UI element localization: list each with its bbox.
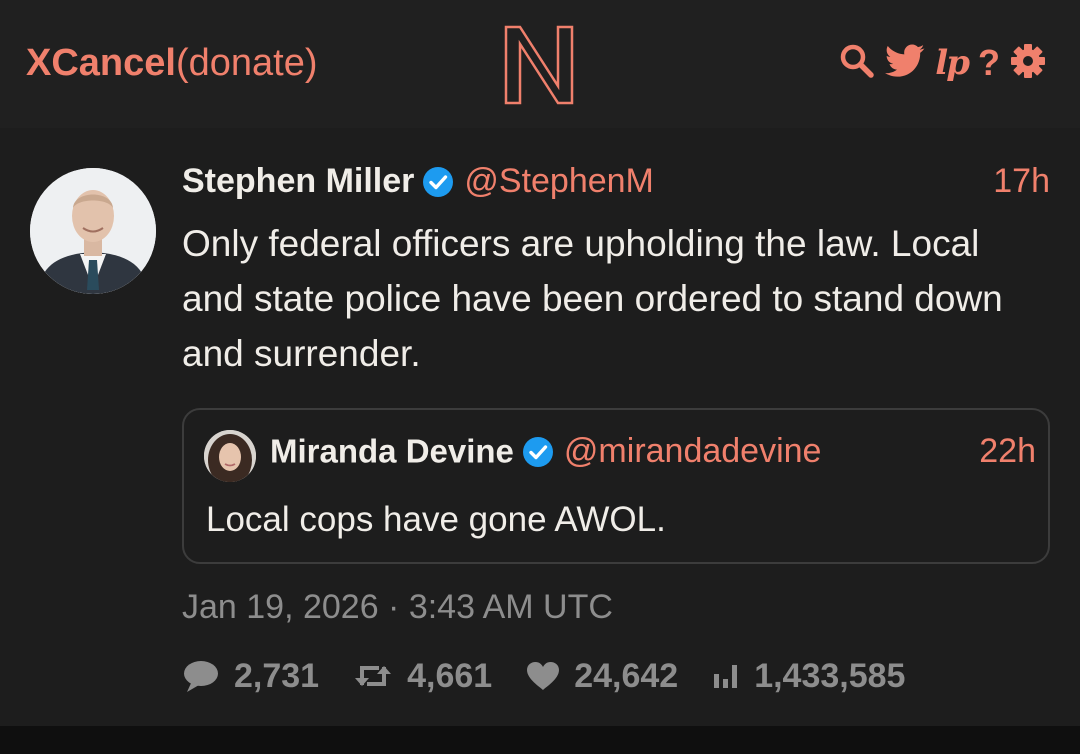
reply-count: 2,731 (234, 656, 320, 695)
brand: XCancel(donate) (26, 40, 318, 86)
tweet: Stephen Miller @StephenM 17h Only federal… (0, 128, 1080, 726)
search-icon[interactable] (839, 43, 875, 84)
retweet-count: 4,661 (407, 656, 493, 695)
quoted-author-name[interactable]: Miranda Devine (270, 433, 514, 470)
reply-stat[interactable]: 2,731 (182, 657, 319, 696)
quoted-tweet-text: Local cops have gone AWOL. (206, 500, 666, 539)
donate-link[interactable]: (donate) (176, 42, 318, 84)
quoted-tweet-time[interactable]: 22h (979, 432, 1036, 471)
nav-icons: lp ? (839, 42, 1046, 84)
tweet-header: Stephen Miller @StephenM 17h (182, 162, 1050, 206)
site-name-link[interactable]: XCancel (26, 42, 176, 84)
verified-badge-icon (522, 436, 553, 467)
quoted-tweet-header: Miranda Devine @mirandadevine 22h (270, 432, 1036, 476)
comment-icon (184, 661, 218, 692)
lp-icon[interactable]: lp (935, 43, 970, 83)
views-chart-icon (714, 665, 738, 688)
verified-badge-icon (423, 166, 454, 197)
heart-icon (527, 662, 560, 690)
nitter-logo[interactable] (503, 24, 575, 106)
retweet-icon (355, 666, 392, 686)
tweet-text: Only federal officers are upholding the … (182, 223, 1003, 374)
navbar: XCancel(donate) lp ? (0, 0, 1080, 128)
like-stat[interactable]: 24,642 (526, 657, 678, 696)
views-count: 1,433,585 (754, 656, 906, 695)
tweet-stats: 2,731 4,661 24,642 1,433,585 (182, 654, 939, 698)
twitter-bird-icon[interactable] (885, 44, 925, 83)
quoted-author-handle[interactable]: @mirandadevine (564, 432, 822, 470)
like-count: 24,642 (574, 656, 679, 695)
author-handle[interactable]: @StephenM (464, 162, 654, 200)
retweet-stat[interactable]: 4,661 (353, 657, 492, 696)
tweet-time[interactable]: 17h (993, 162, 1050, 201)
gear-icon[interactable] (1010, 43, 1046, 84)
author-avatar[interactable] (30, 168, 156, 294)
help-icon[interactable]: ? (978, 42, 1000, 84)
quoted-author-avatar[interactable] (204, 430, 256, 482)
quoted-tweet[interactable]: Miranda Devine @mirandadevine 22h Local c… (182, 408, 1050, 564)
author-name[interactable]: Stephen Miller (182, 162, 414, 200)
views-stat[interactable]: 1,433,585 (712, 657, 905, 696)
tweet-date[interactable]: Jan 19, 2026 · 3:43 AM UTC (182, 588, 613, 627)
